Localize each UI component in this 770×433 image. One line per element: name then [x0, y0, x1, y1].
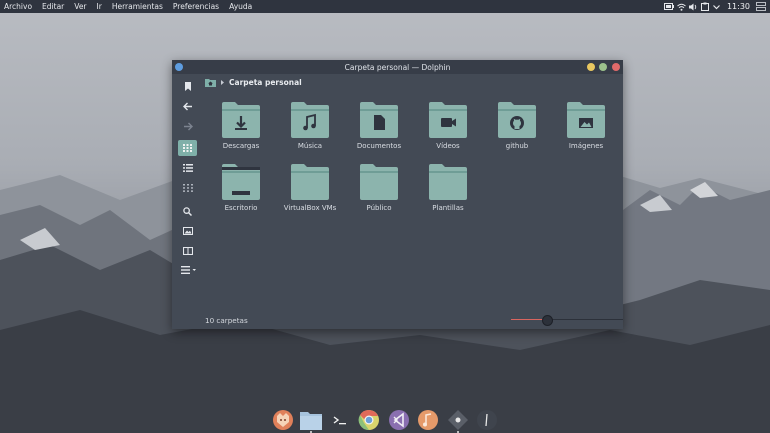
- details-view-button[interactable]: [178, 160, 197, 176]
- dock-chrome[interactable]: [358, 409, 380, 431]
- files-folder-icon: [300, 412, 322, 430]
- dock-files[interactable]: [300, 409, 322, 431]
- dock-stopwatch[interactable]: [476, 409, 498, 431]
- minimize-button[interactable]: [587, 63, 595, 71]
- top-menubar: Archivo Editar Ver Ir Herramientas Prefe…: [0, 0, 770, 13]
- preview-icon: [182, 227, 193, 235]
- back-button[interactable]: [178, 98, 197, 114]
- folder-label: Plantillas: [432, 204, 464, 212]
- folder-label: Música: [297, 142, 323, 150]
- folder-label: Imágenes: [568, 142, 604, 150]
- folder-label: VirtualBox VMs: [283, 204, 337, 212]
- folder-icon: [498, 102, 536, 138]
- chevron-right-icon: [221, 80, 224, 85]
- menu-preferencias[interactable]: Preferencias: [168, 2, 224, 11]
- clock[interactable]: 11:30: [727, 2, 750, 11]
- folder-icon: [429, 102, 467, 138]
- folder-label: github: [505, 142, 529, 150]
- dock-terminal[interactable]: [329, 409, 351, 431]
- forward-button[interactable]: [178, 118, 197, 134]
- breadcrumb-label[interactable]: Carpeta personal: [229, 78, 302, 87]
- stopwatch-icon: [477, 410, 497, 430]
- folder-escritorio[interactable]: Escritorio: [209, 164, 273, 212]
- folder-icon: [360, 102, 398, 138]
- folder-icon: [429, 164, 467, 200]
- notifications-icon[interactable]: [756, 2, 766, 11]
- vscode-icon: [389, 410, 409, 430]
- clipboard-icon[interactable]: [700, 2, 709, 11]
- settings-icon: [448, 410, 468, 430]
- folder-label: Vídeos: [436, 142, 460, 150]
- volume-icon[interactable]: [688, 3, 698, 11]
- folder-icon: [222, 102, 260, 138]
- folder-videos[interactable]: Vídeos: [416, 102, 480, 150]
- zoom-slider-handle[interactable]: [541, 315, 553, 326]
- forward-arrow-icon: [183, 122, 193, 130]
- zoom-slider[interactable]: [511, 315, 623, 326]
- status-text: 10 carpetas: [205, 316, 248, 325]
- folder-documentos[interactable]: Documentos: [347, 102, 411, 150]
- folder-label: Descargas: [222, 142, 260, 150]
- toolbar-sidebar: [172, 74, 203, 329]
- firefox-icon: [273, 410, 293, 430]
- folder-github[interactable]: github: [485, 102, 549, 150]
- window-title: Carpeta personal — Dolphin: [344, 62, 451, 72]
- bookmark-icon: [184, 81, 191, 91]
- dock-firefox[interactable]: [272, 409, 294, 431]
- icons-view-button[interactable]: [178, 140, 197, 156]
- dock-music-player[interactable]: [417, 409, 439, 431]
- dolphin-window: Carpeta personal — Dolphin Carpeta perso…: [172, 60, 623, 329]
- dock-settings[interactable]: [447, 409, 469, 431]
- folder-plantillas[interactable]: Plantillas: [416, 164, 480, 212]
- folder-publico[interactable]: Público: [347, 164, 411, 212]
- wifi-icon[interactable]: [677, 3, 686, 11]
- status-bar: 10 carpetas: [205, 315, 248, 326]
- folder-icon: [360, 164, 398, 200]
- menu-ir[interactable]: Ir: [92, 2, 107, 11]
- bookmark-button[interactable]: [178, 78, 197, 94]
- menu-ver[interactable]: Ver: [69, 2, 91, 11]
- chevron-down-icon[interactable]: [712, 3, 721, 11]
- hamburger-menu-button[interactable]: [178, 262, 200, 278]
- preview-button[interactable]: [178, 223, 197, 239]
- folder-musica[interactable]: Música: [278, 102, 342, 150]
- search-button[interactable]: [178, 203, 197, 219]
- menu-icon: [181, 266, 196, 274]
- split-view-button[interactable]: [178, 243, 197, 259]
- battery-icon[interactable]: [663, 3, 674, 10]
- window-titlebar[interactable]: Carpeta personal — Dolphin: [172, 60, 623, 74]
- folder-icon: [291, 102, 329, 138]
- folder-descargas[interactable]: Descargas: [209, 102, 273, 150]
- menu-archivo[interactable]: Archivo: [0, 2, 37, 11]
- folder-icon: [222, 164, 260, 200]
- compact-view-button[interactable]: [178, 180, 197, 196]
- app-icon[interactable]: [175, 63, 183, 71]
- chrome-icon: [358, 409, 379, 431]
- dock: [270, 407, 500, 433]
- location-breadcrumb[interactable]: Carpeta personal: [205, 76, 302, 89]
- details-view-icon: [182, 164, 193, 172]
- icons-view-icon: [183, 144, 192, 152]
- music-player-icon: [418, 410, 438, 430]
- menu-ayuda[interactable]: Ayuda: [224, 2, 257, 11]
- search-icon: [183, 206, 192, 216]
- back-arrow-icon: [182, 102, 192, 110]
- folder-imagenes[interactable]: Imágenes: [554, 102, 618, 150]
- folder-icon: [291, 164, 329, 200]
- close-button[interactable]: [612, 63, 620, 71]
- home-folder-icon: [205, 78, 216, 87]
- terminal-icon: [333, 416, 346, 425]
- system-tray: 11:30: [663, 0, 766, 13]
- menu-editar[interactable]: Editar: [37, 2, 69, 11]
- folder-label: Documentos: [356, 142, 402, 150]
- split-view-icon: [182, 247, 193, 255]
- maximize-button[interactable]: [599, 63, 607, 71]
- folder-virtualbox-vms[interactable]: VirtualBox VMs: [278, 164, 342, 212]
- compact-view-icon: [182, 184, 193, 192]
- folder-icon: [567, 102, 605, 138]
- dock-vscode[interactable]: [388, 409, 410, 431]
- menu-herramientas[interactable]: Herramientas: [107, 2, 168, 11]
- folder-label: Escritorio: [224, 204, 258, 212]
- folder-label: Público: [366, 204, 392, 212]
